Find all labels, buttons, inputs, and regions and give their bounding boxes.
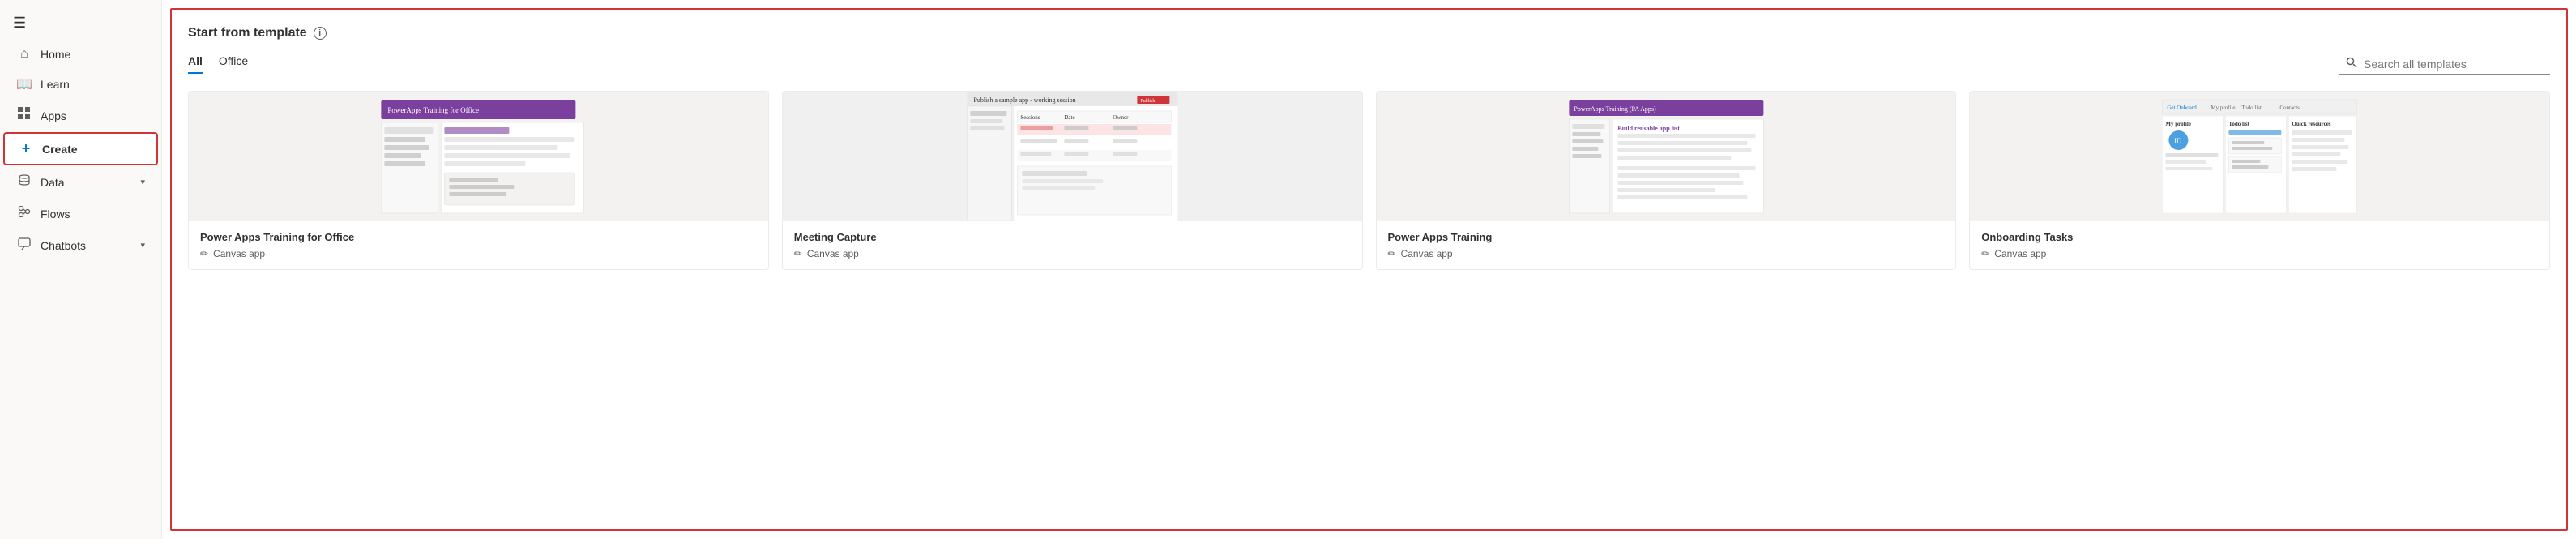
card-thumbnail-4: Get Onboard My profile Todo list Contact… <box>1970 92 2549 221</box>
info-icon[interactable]: i <box>314 27 327 40</box>
card-thumbnail-1: PowerApps Training for Office <box>189 92 768 221</box>
main-content: Start from template i All Office <box>162 0 2576 539</box>
sidebar-item-create[interactable]: + Create <box>3 132 158 165</box>
svg-text:Build reusable app list: Build reusable app list <box>1617 125 1680 132</box>
pencil-icon: ✏ <box>1981 248 1989 259</box>
card-info-4: Onboarding Tasks ✏ Canvas app <box>1970 221 2549 269</box>
card-thumbnail-3: PowerApps Training (PA Apps) Build reusa… <box>1377 92 1956 221</box>
card-type-3: ✏ Canvas app <box>1388 248 1945 259</box>
sidebar-item-label: Chatbots <box>41 239 86 252</box>
svg-text:My profile: My profile <box>2211 105 2236 111</box>
card-title-2: Meeting Capture <box>794 231 1351 243</box>
tab-all[interactable]: All <box>188 54 203 74</box>
card-power-apps-training-office[interactable]: PowerApps Training for Office <box>188 91 769 270</box>
svg-text:Todo list: Todo list <box>2242 105 2262 111</box>
svg-text:JD: JD <box>2174 137 2183 145</box>
cards-grid: PowerApps Training for Office <box>188 91 2550 270</box>
card-power-apps-training[interactable]: PowerApps Training (PA Apps) Build reusa… <box>1376 91 1957 270</box>
card-title-1: Power Apps Training for Office <box>200 231 757 243</box>
svg-text:Publish a sample app - working: Publish a sample app - working session <box>973 96 1075 104</box>
card-meeting-capture[interactable]: Publish a sample app - working session P… <box>782 91 1363 270</box>
card-type-1: ✏ Canvas app <box>200 248 757 259</box>
sidebar-item-data[interactable]: Data ▾ <box>3 167 158 197</box>
svg-text:PowerApps Training (PA Apps): PowerApps Training (PA Apps) <box>1574 105 1656 113</box>
svg-text:Owner: Owner <box>1113 114 1129 121</box>
home-icon: ⌂ <box>16 47 32 62</box>
card-type-label-3: Canvas app <box>1401 248 1453 259</box>
template-tabs: All Office <box>188 54 2339 74</box>
section-header: Start from template i <box>188 26 2550 41</box>
sidebar: ☰ ⌂ Home 📖 Learn Apps + Create <box>0 0 162 539</box>
card-title-3: Power Apps Training <box>1388 231 1945 243</box>
data-icon <box>16 173 32 190</box>
chatbots-icon <box>16 237 32 254</box>
create-icon: + <box>18 140 34 157</box>
flows-icon <box>16 205 32 222</box>
sidebar-item-label: Flows <box>41 207 70 220</box>
card-title-4: Onboarding Tasks <box>1981 231 2538 243</box>
svg-text:Sessions: Sessions <box>1020 114 1040 121</box>
sidebar-item-home[interactable]: ⌂ Home <box>3 41 158 68</box>
card-type-label-4: Canvas app <box>1994 248 2046 259</box>
sidebar-item-label: Home <box>41 48 70 61</box>
pencil-icon: ✏ <box>794 248 802 259</box>
svg-text:Publish: Publish <box>1140 99 1155 104</box>
search-input[interactable] <box>2364 58 2526 71</box>
sidebar-item-apps[interactable]: Apps <box>3 101 158 130</box>
chevron-down-icon: ▾ <box>140 177 145 187</box>
card-type-4: ✏ Canvas app <box>1981 248 2538 259</box>
card-onboarding-tasks[interactable]: Get Onboard My profile Todo list Contact… <box>1969 91 2550 270</box>
card-type-label-1: Canvas app <box>213 248 265 259</box>
learn-icon: 📖 <box>16 76 32 92</box>
sidebar-item-flows[interactable]: Flows <box>3 199 158 229</box>
sidebar-item-learn[interactable]: 📖 Learn <box>3 70 158 99</box>
sidebar-item-label: Learn <box>41 78 70 91</box>
template-section: Start from template i All Office <box>170 8 2568 531</box>
svg-text:My profile: My profile <box>2166 121 2192 127</box>
search-icon <box>2346 57 2357 71</box>
card-type-label-2: Canvas app <box>807 248 859 259</box>
pencil-icon: ✏ <box>200 248 208 259</box>
svg-text:Quick resources: Quick resources <box>2292 121 2331 127</box>
section-title-text: Start from template <box>188 26 307 41</box>
sidebar-item-label: Data <box>41 176 65 189</box>
card-info-1: Power Apps Training for Office ✏ Canvas … <box>189 221 768 269</box>
search-box[interactable] <box>2339 53 2550 75</box>
svg-text:Contacts: Contacts <box>2280 105 2300 111</box>
sidebar-item-chatbots[interactable]: Chatbots ▾ <box>3 230 158 260</box>
chevron-down-icon: ▾ <box>140 240 145 250</box>
hamburger-icon: ☰ <box>13 15 26 31</box>
card-info-2: Meeting Capture ✏ Canvas app <box>783 221 1362 269</box>
svg-text:Todo list: Todo list <box>2229 121 2250 127</box>
apps-icon <box>16 107 32 124</box>
card-thumbnail-2: Publish a sample app - working session P… <box>783 92 1362 221</box>
card-type-2: ✏ Canvas app <box>794 248 1351 259</box>
card-info-3: Power Apps Training ✏ Canvas app <box>1377 221 1956 269</box>
svg-text:Get Onboard: Get Onboard <box>2168 105 2198 111</box>
pencil-icon: ✏ <box>1388 248 1396 259</box>
tab-office[interactable]: Office <box>219 54 248 74</box>
svg-text:Date: Date <box>1064 114 1074 121</box>
svg-text:PowerApps Training for Office: PowerApps Training for Office <box>387 106 479 114</box>
sidebar-item-label: Create <box>42 143 78 156</box>
tabs-row: All Office <box>188 53 2550 75</box>
sidebar-item-label: Apps <box>41 109 66 122</box>
hamburger-menu[interactable]: ☰ <box>0 6 161 40</box>
